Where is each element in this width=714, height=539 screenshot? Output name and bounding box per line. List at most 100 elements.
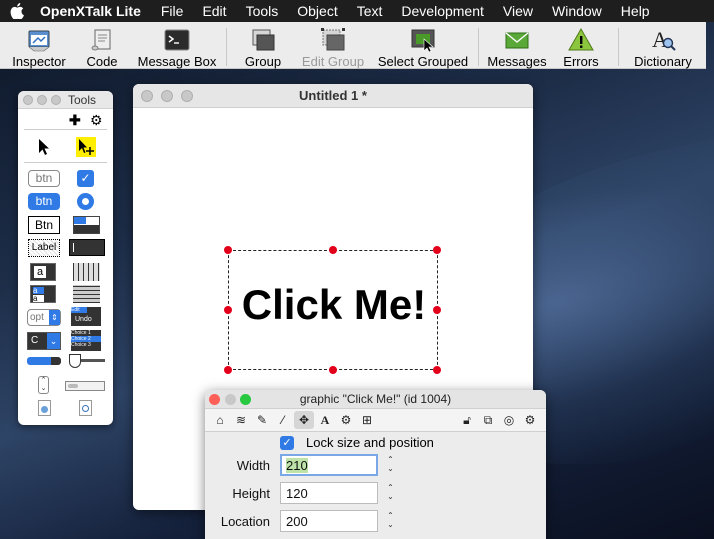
tool-list-field[interactable]: a a (30, 285, 56, 303)
arrow-pointer-icon[interactable] (37, 138, 51, 156)
tool-progress-bar[interactable] (27, 357, 61, 365)
click-me-graphic[interactable]: Click Me! (224, 246, 441, 374)
tool-pulldown-menu[interactable]: Edit Undo (71, 307, 101, 326)
menu-help[interactable]: Help (621, 3, 650, 19)
width-field[interactable]: 210 (280, 454, 378, 476)
width-value: 210 (286, 458, 308, 473)
position-move-icon[interactable]: ✥ (294, 411, 314, 429)
stack-titlebar[interactable]: Untitled 1 * (133, 84, 533, 108)
height-row: Height 120 ⌃ ⌄ (205, 482, 546, 506)
tool-slider[interactable] (69, 354, 105, 368)
resize-handle[interactable] (329, 366, 337, 374)
tool-tab-panel[interactable] (73, 216, 100, 234)
add-plus-icon[interactable]: ✚ (69, 112, 81, 129)
lock-size-checkbox[interactable]: ✓ (280, 436, 294, 450)
resize-handle[interactable] (224, 246, 232, 254)
target-icon[interactable]: ◎ (499, 411, 519, 429)
resize-handle[interactable] (433, 366, 441, 374)
tool-label-field[interactable]: Label (28, 239, 60, 257)
location-field[interactable]: 200 (280, 510, 378, 532)
tool-image[interactable] (38, 400, 51, 416)
tool-scrolling-field[interactable]: a (30, 263, 56, 281)
height-label: Height (232, 486, 270, 501)
inspector-settings-gear-icon[interactable]: ⚙ (520, 411, 540, 429)
text-format-icon[interactable]: A (315, 411, 335, 429)
edit-group-icon (321, 28, 345, 51)
select-grouped-icon (411, 29, 435, 53)
menu-edit[interactable]: Edit (202, 3, 226, 19)
divider (24, 129, 107, 130)
height-stepper[interactable]: ⌃ ⌄ (385, 483, 396, 503)
magic-wand-icon[interactable]: ⁄ (273, 411, 293, 429)
location-value: 200 (286, 514, 308, 529)
height-value: 120 (286, 486, 308, 501)
tool-table-field[interactable] (73, 263, 100, 281)
menu-view[interactable]: View (503, 3, 533, 19)
tool-standard-button[interactable]: Btn (28, 216, 60, 234)
tool-option-menu[interactable]: opt ⇕ (27, 309, 61, 326)
tools-title: Tools (68, 93, 97, 107)
width-label: Width (236, 458, 270, 473)
tool-stepper[interactable]: ⌃ ⌄ (38, 376, 49, 394)
tool-default-button[interactable]: btn (28, 193, 60, 210)
inspector-lock-window-icon[interactable]: ⧉ (478, 411, 498, 429)
inspector-button[interactable]: Inspector (8, 22, 70, 69)
tool-radio-button[interactable] (77, 193, 94, 210)
code-scroll-icon (91, 29, 111, 51)
tool-text-entry-field[interactable] (69, 239, 105, 256)
resize-handle[interactable] (433, 246, 441, 254)
tool-scrollbar[interactable] (65, 381, 105, 391)
edit-group-button[interactable]: Edit Group (298, 22, 368, 69)
tool-rounded-button[interactable]: btn (28, 170, 60, 187)
location-stepper[interactable]: ⌃ ⌄ (385, 511, 396, 531)
gears-icon[interactable]: ⚙ (336, 411, 356, 429)
apple-icon[interactable] (10, 3, 24, 19)
select-grouped-button[interactable]: Select Grouped (374, 22, 472, 69)
resize-handle[interactable] (224, 306, 232, 314)
menu-text[interactable]: Text (357, 3, 383, 19)
toolbar-separator (226, 28, 227, 66)
menu-window[interactable]: Window (552, 3, 602, 19)
lock-icon[interactable]: 🔓︎ (457, 411, 477, 429)
menu-development[interactable]: Development (401, 3, 484, 19)
tools-close-button[interactable] (23, 95, 33, 105)
toolbar-separator (618, 28, 619, 66)
dictionary-button[interactable]: A Dictionary (628, 22, 698, 69)
tool-player[interactable] (79, 400, 92, 416)
menu-tools[interactable]: Tools (246, 3, 279, 19)
group-button[interactable]: Group (240, 22, 286, 69)
messages-button[interactable]: Messages (484, 22, 550, 69)
stack-title: Untitled 1 * (299, 88, 367, 103)
inspector-titlebar[interactable]: graphic "Click Me!" (id 1004) (205, 390, 546, 409)
tool-popup-choices[interactable]: Choice 1 Choice 2 Choice 3 (71, 330, 101, 351)
messages-label: Messages (487, 54, 547, 69)
warning-icon (568, 27, 594, 51)
code-button[interactable]: Code (82, 22, 122, 69)
palette-gear-icon[interactable]: ⚙ (90, 112, 103, 129)
tools-minimize-button[interactable] (37, 95, 47, 105)
message-box-button[interactable]: Message Box (134, 22, 220, 69)
errors-button[interactable]: Errors (558, 22, 604, 69)
tools-zoom-button[interactable] (51, 95, 61, 105)
menu-app-name[interactable]: OpenXTalk Lite (40, 3, 141, 19)
menu-file[interactable]: File (161, 3, 184, 19)
edit-pointer-tool[interactable] (76, 137, 96, 157)
height-field[interactable]: 120 (280, 482, 378, 504)
select-grouped-label: Select Grouped (377, 54, 469, 69)
property-inspector: graphic "Click Me!" (id 1004) ⌂ ≋ ✎ ⁄ ✥ … (205, 390, 546, 539)
basic-home-icon[interactable]: ⌂ (210, 411, 230, 429)
resize-handle[interactable] (224, 366, 232, 374)
tool-data-grid[interactable] (73, 285, 100, 303)
width-stepper[interactable]: ⌃ ⌄ (385, 455, 396, 475)
tools-titlebar[interactable]: Tools (18, 91, 113, 109)
pen-icon[interactable]: ✎ (252, 411, 272, 429)
resize-handle[interactable] (329, 246, 337, 254)
database-icon[interactable]: ≋ (231, 411, 251, 429)
tool-checkbox[interactable]: ✓ (77, 170, 94, 187)
menu-object[interactable]: Object (297, 3, 337, 19)
resize-handle[interactable] (433, 306, 441, 314)
tool-combo-box[interactable]: C ⌄ (27, 332, 61, 350)
combo-c-text: C (31, 335, 39, 346)
dictionary-label: Dictionary (634, 54, 692, 69)
geometry-icon[interactable]: ⊞ (357, 411, 377, 429)
